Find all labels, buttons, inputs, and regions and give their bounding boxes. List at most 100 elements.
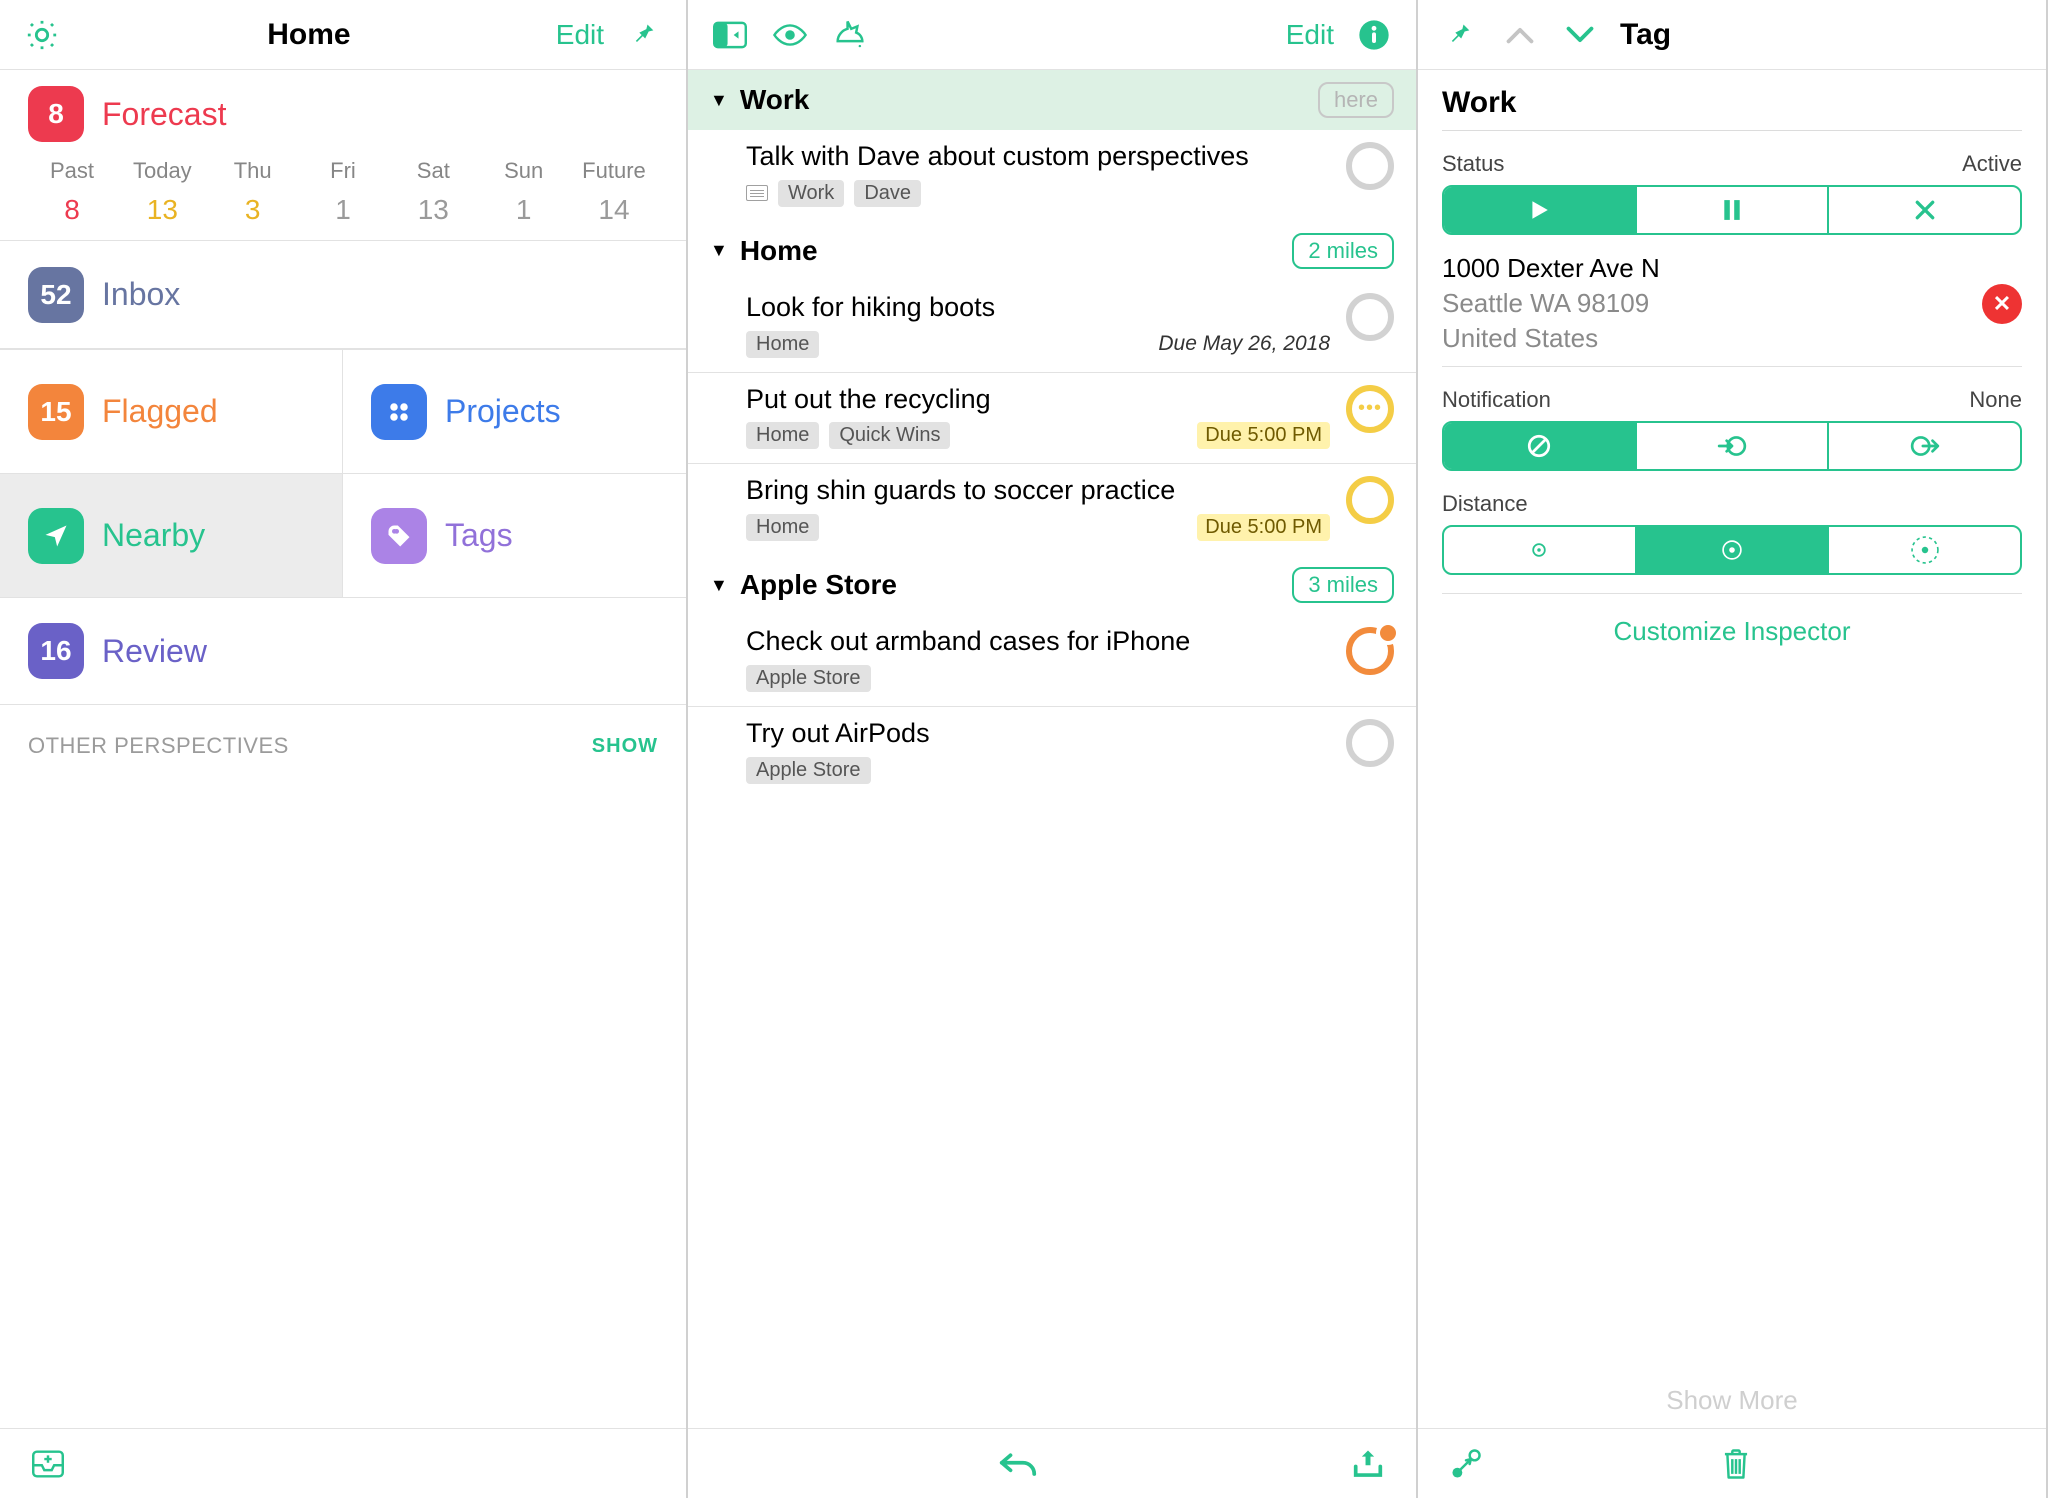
disclosure-triangle-icon[interactable]: ▼ [710,575,728,596]
perspective-forecast[interactable]: 8 Forecast [0,70,686,158]
task-title: Look for hiking boots [746,291,1330,325]
pin-icon[interactable] [624,15,664,55]
task-row[interactable]: Put out the recycling HomeQuick WinsDue … [688,372,1416,464]
tag-chip[interactable]: Dave [854,180,921,207]
tag-chip[interactable]: Apple Store [746,757,871,784]
inspector-title[interactable]: Work [1442,86,2022,120]
forecast-day[interactable]: Thu 3 [209,158,297,226]
share-icon[interactable] [1348,1444,1388,1484]
status-label: Status [1442,151,1504,177]
task-row[interactable]: Check out armband cases for iPhone Apple… [688,615,1416,706]
trash-icon[interactable] [1716,1444,1756,1484]
tag-chip[interactable]: Home [746,514,819,541]
forecast-day[interactable]: Sat 13 [389,158,477,226]
delete-address-icon[interactable]: ✕ [1982,284,2022,324]
new-inbox-icon[interactable] [28,1444,68,1484]
inbox-label: Inbox [102,276,180,313]
perspective-inbox[interactable]: 52 Inbox [0,241,686,349]
task-row[interactable]: Bring shin guards to soccer practice Hom… [688,463,1416,555]
task-status-circle[interactable] [1346,385,1394,433]
status-active-icon[interactable] [1444,187,1637,233]
tag-chip[interactable]: Home [746,331,819,358]
task-row[interactable]: Talk with Dave about custom perspectives… [688,130,1416,221]
address-line1: 1000 Dexter Ave N [1442,251,1968,286]
task-due-pill: Due 5:00 PM [1197,422,1330,449]
perspective-nearby[interactable]: Nearby [0,473,343,597]
forecast-day[interactable]: Today 13 [118,158,206,226]
forecast-day[interactable]: Past 8 [28,158,116,226]
settings-gear-icon[interactable] [22,15,62,55]
review-label: Review [102,633,207,670]
undo-icon[interactable] [998,1444,1038,1484]
forecast-day[interactable]: Fri 1 [299,158,387,226]
task-status-circle[interactable] [1346,719,1394,767]
distance-segmented[interactable] [1442,525,2022,575]
tag-chip[interactable]: Quick Wins [829,422,950,449]
task-status-circle[interactable] [1346,293,1394,341]
group-header[interactable]: ▼ Apple Store 3 miles [688,555,1416,615]
perspective-review[interactable]: 16 Review [0,597,686,705]
list-edit-button[interactable]: Edit [1286,19,1334,51]
distance-medium-icon[interactable] [1637,527,1830,573]
tag-chip[interactable]: Home [746,422,819,449]
inbox-count: 52 [28,267,84,323]
forecast-day-strip[interactable]: Past 8Today 13Thu 3Fri 1Sat 13Sun 1Futur… [0,158,686,241]
task-due-pill: Due 5:00 PM [1197,514,1330,541]
nearby-label: Nearby [102,517,205,554]
task-row[interactable]: Look for hiking boots Home Due May 26, 20… [688,281,1416,372]
status-value: Active [1962,151,2022,177]
distance-large-icon[interactable] [1829,527,2020,573]
task-status-circle[interactable] [1346,627,1394,675]
task-due: Due May 26, 2018 [1158,332,1330,356]
disclosure-triangle-icon[interactable]: ▼ [710,90,728,111]
task-title: Check out armband cases for iPhone [746,625,1330,659]
status-dropped-icon[interactable] [1829,187,2020,233]
notif-arriving-icon[interactable] [1637,423,1830,469]
perspective-projects[interactable]: Projects [343,349,686,473]
address-line2: Seattle WA 98109 [1442,286,1968,321]
notif-leaving-icon[interactable] [1829,423,2020,469]
edit-button[interactable]: Edit [556,19,604,51]
projects-label: Projects [445,393,561,430]
group-header[interactable]: ▼ Home 2 miles [688,221,1416,281]
sidebar-toggle-icon[interactable] [710,15,750,55]
distance-pill: here [1318,82,1394,118]
tag-chip[interactable]: Apple Store [746,665,871,692]
task-status-circle[interactable] [1346,476,1394,524]
task-row[interactable]: Try out AirPods Apple Store [688,706,1416,798]
inspector-pin-icon[interactable] [1440,15,1480,55]
convert-icon[interactable] [1446,1444,1486,1484]
forecast-day[interactable]: Future 14 [570,158,658,226]
status-segmented[interactable] [1442,185,2022,235]
notif-none-icon[interactable] [1444,423,1637,469]
disclosure-triangle-icon[interactable]: ▼ [710,240,728,261]
flagged-label: Flagged [102,393,218,430]
distance-small-icon[interactable] [1444,527,1637,573]
info-icon[interactable] [1354,15,1394,55]
note-icon [746,185,768,201]
group-header[interactable]: ▼ Work here [688,70,1416,130]
task-status-circle[interactable] [1346,142,1394,190]
notification-value: None [1969,387,2022,413]
view-icon[interactable] [770,15,810,55]
forecast-day[interactable]: Sun 1 [480,158,568,226]
notification-segmented[interactable] [1442,421,2022,471]
perspective-tags[interactable]: Tags [343,473,686,597]
task-title: Bring shin guards to soccer practice [746,474,1330,508]
tags-label: Tags [445,517,513,554]
next-item-icon[interactable] [1560,15,1600,55]
show-more[interactable]: Show More [1418,1385,2046,1428]
address-block[interactable]: 1000 Dexter Ave N Seattle WA 98109 Unite… [1442,251,1968,356]
prev-item-icon [1500,15,1540,55]
status-paused-icon[interactable] [1637,187,1830,233]
show-button[interactable]: SHOW [592,735,658,758]
customize-inspector-link[interactable]: Customize Inspector [1442,616,2022,647]
tag-chip[interactable]: Work [778,180,844,207]
distance-pill: 2 miles [1292,233,1394,269]
address-line3: United States [1442,321,1968,356]
task-title: Try out AirPods [746,717,1330,751]
notification-label: Notification [1442,387,1551,413]
tags-icon [371,508,427,564]
perspective-flagged[interactable]: 15 Flagged [0,349,343,473]
cleanup-icon[interactable] [830,15,870,55]
